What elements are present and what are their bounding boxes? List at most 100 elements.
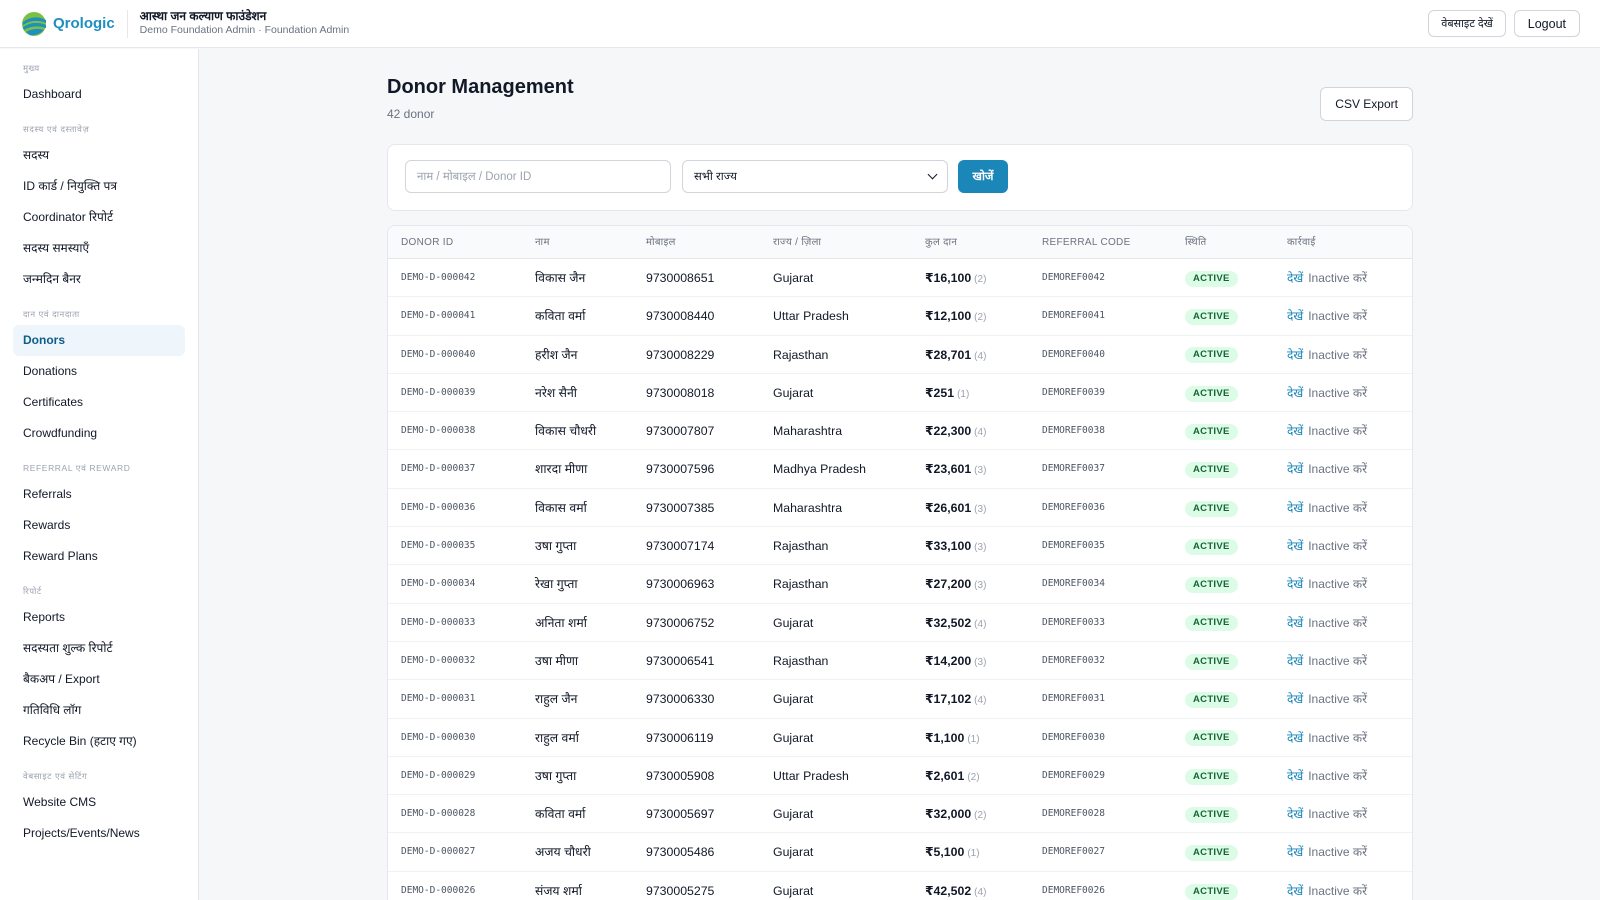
state-cell: Madhya Pradesh <box>773 462 866 477</box>
view-link[interactable]: देखें <box>1287 271 1303 285</box>
donor-name-cell: विकास वर्मा <box>535 500 587 515</box>
referral-code-cell: DEMOREF0032 <box>1042 654 1105 666</box>
view-link[interactable]: देखें <box>1287 462 1303 476</box>
top-header: Qrologic आस्था जन कल्याण फाउंडेशन Demo F… <box>0 0 1600 48</box>
make-inactive-link[interactable]: Inactive करें <box>1308 539 1367 553</box>
donation-amount: ₹32,502 <box>925 615 972 630</box>
sidebar-section-title: REFERRAL एवं REWARD <box>23 463 131 473</box>
view-link[interactable]: देखें <box>1287 386 1303 400</box>
donor-name-cell: अनिता शर्मा <box>535 615 587 630</box>
sidebar-item-coordinator[interactable]: Coordinator रिपोर्ट <box>13 202 185 233</box>
sidebar-item-dashboard[interactable]: Dashboard <box>13 79 185 110</box>
sidebar-item-reports[interactable]: Reports <box>13 602 185 633</box>
sidebar-item-id[interactable]: ID कार्ड / नियुक्ति पत्र <box>13 171 185 202</box>
search-button[interactable]: खोजें <box>958 160 1008 193</box>
view-link[interactable]: देखें <box>1287 692 1303 706</box>
make-inactive-link[interactable]: Inactive करें <box>1308 616 1367 630</box>
state-select[interactable]: सभी राज्य <box>682 160 948 193</box>
total-donation-cell: ₹1,100 (1) <box>925 719 980 757</box>
sidebar-item-[interactable]: सदस्य समस्याएँ <box>13 233 185 264</box>
view-link[interactable]: देखें <box>1287 539 1303 553</box>
logout-button[interactable]: Logout <box>1513 10 1580 37</box>
donor-table: DONOR ID नाम मोबाइल राज्य / ज़िला कुल दान REF… <box>387 225 1413 900</box>
view-link[interactable]: देखें <box>1287 577 1303 591</box>
view-link[interactable]: देखें <box>1287 309 1303 323</box>
make-inactive-link[interactable]: Inactive करें <box>1308 309 1367 323</box>
total-donation-cell: ₹5,100 (1) <box>925 833 980 871</box>
actions-cell: देखें Inactive करें <box>1287 374 1367 412</box>
table-row: DEMO-D-000034 रेखा गुप्ता 9730006963 Rajast… <box>388 565 1412 604</box>
sidebar-item-donations[interactable]: Donations <box>13 356 185 387</box>
status-cell: ACTIVE <box>1185 374 1238 412</box>
donation-count: (4) <box>974 350 987 362</box>
make-inactive-link[interactable]: Inactive करें <box>1308 769 1367 783</box>
sidebar-item-donors[interactable]: Donors <box>13 325 185 356</box>
sidebar-item-crowdfunding[interactable]: Crowdfunding <box>13 418 185 449</box>
brand[interactable]: Qrologic <box>20 0 115 48</box>
sidebar-item-recycle-bin[interactable]: Recycle Bin (हटाए गए) <box>13 726 185 757</box>
make-inactive-link[interactable]: Inactive करें <box>1308 692 1367 706</box>
make-inactive-link[interactable]: Inactive करें <box>1308 386 1367 400</box>
make-inactive-link[interactable]: Inactive करें <box>1308 654 1367 668</box>
view-link[interactable]: देखें <box>1287 424 1303 438</box>
sidebar-item-[interactable]: सदस्य <box>13 140 185 171</box>
donation-count: (2) <box>967 771 980 783</box>
make-inactive-link[interactable]: Inactive करें <box>1308 884 1367 898</box>
status-badge: ACTIVE <box>1185 385 1238 402</box>
view-link[interactable]: देखें <box>1287 654 1303 668</box>
actions-cell: देखें Inactive करें <box>1287 795 1367 833</box>
make-inactive-link[interactable]: Inactive करें <box>1308 807 1367 821</box>
sidebar-item-[interactable]: सदस्यता शुल्क रिपोर्ट <box>13 633 185 664</box>
total-donation-cell: ₹12,100 (2) <box>925 297 986 335</box>
view-link[interactable]: देखें <box>1287 731 1303 745</box>
view-link[interactable]: देखें <box>1287 616 1303 630</box>
csv-export-button[interactable]: CSV Export <box>1320 87 1413 121</box>
make-inactive-link[interactable]: Inactive करें <box>1308 501 1367 515</box>
status-badge: ACTIVE <box>1185 653 1238 670</box>
donation-count: (1) <box>967 733 980 745</box>
donation-amount: ₹27,200 <box>925 577 972 592</box>
make-inactive-link[interactable]: Inactive करें <box>1308 271 1367 285</box>
state-cell: Gujarat <box>773 807 814 822</box>
referral-code-cell: DEMOREF0029 <box>1042 769 1105 781</box>
donor-count: 42 donor <box>387 107 435 121</box>
sidebar-item-projects-events-news[interactable]: Projects/Events/News <box>13 818 185 849</box>
column-header: REFERRAL CODE <box>1042 237 1131 248</box>
view-link[interactable]: देखें <box>1287 769 1303 783</box>
sidebar-item-rewards[interactable]: Rewards <box>13 510 185 541</box>
mobile-cell: 9730006541 <box>646 653 715 668</box>
status-badge: ACTIVE <box>1185 347 1238 364</box>
table-row: DEMO-D-000038 विकास चौधरी 9730007807 Mahara… <box>388 412 1412 451</box>
view-link[interactable]: देखें <box>1287 348 1303 362</box>
make-inactive-link[interactable]: Inactive करें <box>1308 424 1367 438</box>
status-badge: ACTIVE <box>1185 768 1238 785</box>
search-input[interactable] <box>405 160 671 193</box>
view-link[interactable]: देखें <box>1287 807 1303 821</box>
donor-id-cell: DEMO-D-000026 <box>401 884 476 896</box>
view-website-button[interactable]: वेबसाइट देखें <box>1428 10 1506 37</box>
donor-name-cell: अजय चौधरी <box>535 845 591 860</box>
sidebar-item-reward-plans[interactable]: Reward Plans <box>13 541 185 572</box>
donor-id-cell: DEMO-D-000042 <box>401 272 476 283</box>
view-link[interactable]: देखें <box>1287 884 1303 898</box>
sidebar-item-[interactable]: जन्मदिन बैनर <box>13 264 185 295</box>
view-link[interactable]: देखें <box>1287 845 1303 859</box>
view-link[interactable]: देखें <box>1287 501 1303 515</box>
make-inactive-link[interactable]: Inactive करें <box>1308 348 1367 362</box>
sidebar-item-referrals[interactable]: Referrals <box>13 479 185 510</box>
sidebar-item-certificates[interactable]: Certificates <box>13 387 185 418</box>
make-inactive-link[interactable]: Inactive करें <box>1308 462 1367 476</box>
sidebar-item-export[interactable]: बैकअप / Export <box>13 664 185 695</box>
sidebar-item-website-cms[interactable]: Website CMS <box>13 787 185 818</box>
table-row: DEMO-D-000035 उषा गुप्ता 9730007174 Rajasth… <box>388 527 1412 566</box>
sidebar: मुख्य Dashboard सदस्य एवं दस्तावेज़ सदस्य ID… <box>0 49 199 900</box>
status-badge: ACTIVE <box>1185 730 1238 747</box>
make-inactive-link[interactable]: Inactive करें <box>1308 731 1367 745</box>
referral-code-cell: DEMOREF0036 <box>1042 501 1105 513</box>
sidebar-item-[interactable]: गतिविधि लॉग <box>13 695 185 726</box>
make-inactive-link[interactable]: Inactive करें <box>1308 577 1367 591</box>
make-inactive-link[interactable]: Inactive करें <box>1308 845 1367 859</box>
table-row: DEMO-D-000036 विकास वर्मा 9730007385 Mahara… <box>388 489 1412 528</box>
referral-code-cell: DEMOREF0037 <box>1042 463 1105 475</box>
donation-amount: ₹251 <box>925 385 955 400</box>
